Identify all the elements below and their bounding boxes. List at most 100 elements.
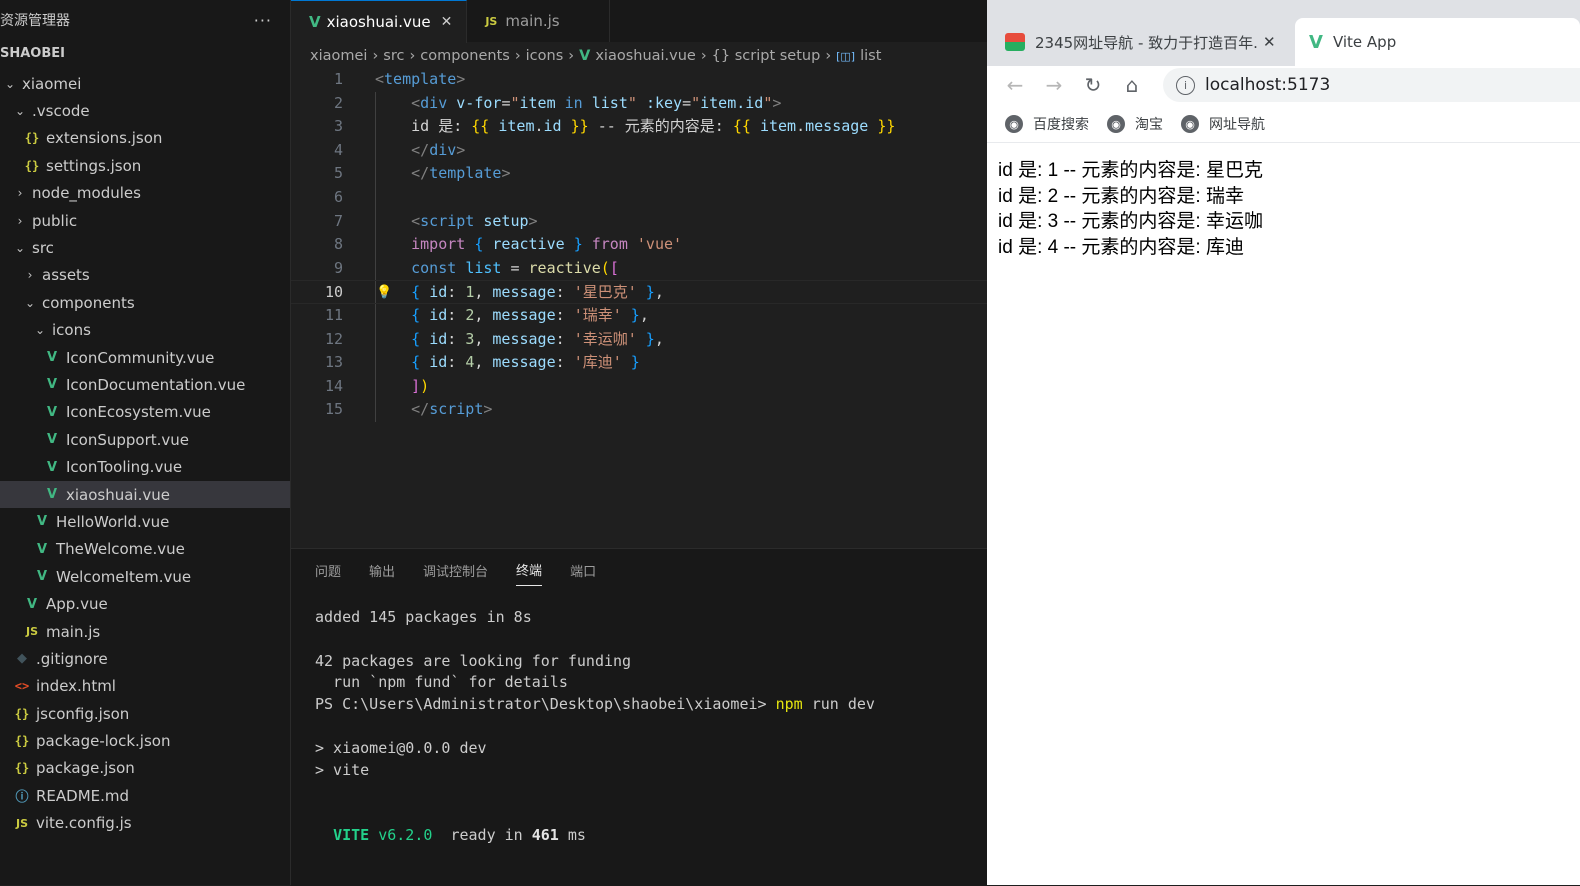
tree-item[interactable]: {} extensions.json <box>0 125 290 152</box>
tab-xiaoshuai-vue[interactable]: V xiaoshuai.vue ✕ <box>291 0 468 43</box>
home-icon[interactable]: ⌂ <box>1121 73 1143 97</box>
tree-item[interactable]: V App.vue <box>0 590 290 617</box>
panel-tab[interactable]: 调试控制台 <box>423 555 488 586</box>
tree-item-label: public <box>32 211 78 230</box>
tree-item[interactable]: V IconCommunity.vue <box>0 344 290 371</box>
tree-item[interactable]: <> index.html <box>0 673 290 700</box>
tree-item[interactable]: V HelloWorld.vue <box>0 508 290 535</box>
vue-icon: V <box>579 48 591 64</box>
tree-item-label: assets <box>42 266 90 285</box>
panel-tab[interactable]: 终端 <box>516 554 543 586</box>
tree-item[interactable]: ◆ .gitignore <box>0 645 290 672</box>
close-icon[interactable]: ✕ <box>441 14 453 30</box>
panel-tab[interactable]: 输出 <box>369 555 395 586</box>
tree-item-label: src <box>32 239 54 258</box>
breadcrumb-item[interactable]: src <box>383 48 404 64</box>
tree-item[interactable]: › public <box>0 207 290 234</box>
line-number: 7 <box>333 211 343 230</box>
more-actions-icon[interactable]: ··· <box>254 11 272 30</box>
terminal-line: 42 packages are looking for funding <box>315 651 632 670</box>
tree-item[interactable]: ⌄ .vscode <box>0 97 290 124</box>
code-token: -- 元素的内容是: <box>588 117 733 136</box>
file-tree: ⌄ xiaomei ⌄ .vscode {} extensions.json {} setti… <box>0 70 290 837</box>
code-line: 7 <script setup> <box>291 209 987 234</box>
tree-item-label: README.md <box>36 786 130 805</box>
address-bar[interactable]: i localhost:5173 <box>1163 68 1580 102</box>
bookmark-label: 淘宝 <box>1135 117 1163 133</box>
tree-item[interactable]: ⌄ icons <box>0 317 290 344</box>
breadcrumb-item[interactable]: xiaoshuai.vue <box>595 48 696 64</box>
line-number: 10 <box>324 283 343 302</box>
forward-icon[interactable]: → <box>1043 73 1065 97</box>
tree-item[interactable]: V IconEcosystem.vue <box>0 399 290 426</box>
tree-item[interactable]: ⌄ src <box>0 234 290 261</box>
tree-item-label: node_modules <box>32 184 141 203</box>
tree-item-label: IconSupport.vue <box>66 430 190 449</box>
tree-item[interactable]: {} jsconfig.json <box>0 700 290 727</box>
json-file-icon: {} <box>24 158 40 173</box>
tree-item[interactable]: ⓘ README.md <box>0 782 290 809</box>
breadcrumb-item[interactable]: {} script setup <box>712 48 821 64</box>
project-title[interactable]: SHAOBEI <box>0 46 65 61</box>
tree-item[interactable]: V IconDocumentation.vue <box>0 371 290 398</box>
line-number: 13 <box>324 353 343 372</box>
tree-item[interactable]: JS vite.config.js <box>0 810 290 837</box>
close-icon[interactable]: ✕ <box>1263 33 1276 51</box>
tab-main-js[interactable]: JS main.js <box>467 0 611 42</box>
vue-icon: V <box>309 13 321 31</box>
code-token: : <box>555 283 574 302</box>
globe-icon: ◉ <box>1181 115 1199 133</box>
code-token: " <box>691 93 701 112</box>
tree-item[interactable]: › node_modules <box>0 180 290 207</box>
tree-item[interactable]: V IconTooling.vue <box>0 453 290 480</box>
code-text: { id: 3, message: '幸运咖' }, <box>375 328 664 352</box>
browser-tab-vite[interactable]: V Vite App <box>1295 18 1580 66</box>
tree-item[interactable]: {} settings.json <box>0 152 290 179</box>
code-token: reactive <box>528 258 601 277</box>
terminal[interactable]: added 145 packages in 8s 42 packages are… <box>315 607 875 847</box>
chevron-down-icon: ⌄ <box>24 295 36 310</box>
reload-icon[interactable]: ↻ <box>1082 73 1104 97</box>
tree-item[interactable]: JS main.js <box>0 618 290 645</box>
bookmark-label: 百度搜索 <box>1033 117 1089 133</box>
bookmark-item[interactable]: ◉ 百度搜索 <box>1005 114 1089 134</box>
code-token: ( <box>600 258 610 277</box>
breadcrumb-item[interactable]: list <box>860 48 881 64</box>
browser-tab-2345[interactable]: 2345网址导航 - 致力于打造百年... ✕ <box>1005 18 1295 66</box>
vue-file-icon: V <box>46 404 58 420</box>
tree-item[interactable]: {} package-lock.json <box>0 727 290 754</box>
panel-tab[interactable]: 端口 <box>570 555 596 586</box>
tree-item[interactable]: ⌄ components <box>0 289 290 316</box>
breadcrumb-item[interactable]: xiaomei <box>310 48 367 64</box>
tree-item[interactable]: {} package.json <box>0 755 290 782</box>
line-number: 1 <box>333 70 343 88</box>
code-token: id <box>429 283 448 302</box>
terminal-line: PS C:\Users\Administrator\Desktop\shaobe… <box>315 694 875 716</box>
breadcrumb-item[interactable]: icons <box>526 48 564 64</box>
code-token: v-for <box>456 93 502 112</box>
tree-item[interactable]: V WelcomeItem.vue <box>0 563 290 590</box>
tree-item-label: xiaomei <box>22 74 82 93</box>
tree-item[interactable]: ⌄ xiaomei <box>0 70 290 97</box>
tree-item[interactable]: › assets <box>0 262 290 289</box>
code-token: > <box>483 400 493 419</box>
tree-item-label: IconDocumentation.vue <box>66 375 246 394</box>
tree-item[interactable]: V IconSupport.vue <box>0 426 290 453</box>
bookmark-item[interactable]: ◉ 淘宝 <box>1107 114 1163 134</box>
code-editor[interactable]: 1 <template> 2 <div v-for="item in list" :… <box>291 68 987 422</box>
back-icon[interactable]: ← <box>1004 73 1026 97</box>
panel-tab[interactable]: 问题 <box>315 555 341 586</box>
tree-item[interactable]: V TheWelcome.vue <box>0 536 290 563</box>
breadcrumb-item[interactable]: components <box>420 48 510 64</box>
code-token: > <box>456 140 466 159</box>
terminal-line: run `npm fund` for details <box>315 673 568 692</box>
bookmark-item[interactable]: ◉ 网址导航 <box>1181 114 1265 134</box>
tree-item[interactable]: Vxiaoshuai.vue <box>0 480 290 509</box>
tab-title: 2345网址导航 - 致力于打造百年... <box>1035 33 1257 52</box>
